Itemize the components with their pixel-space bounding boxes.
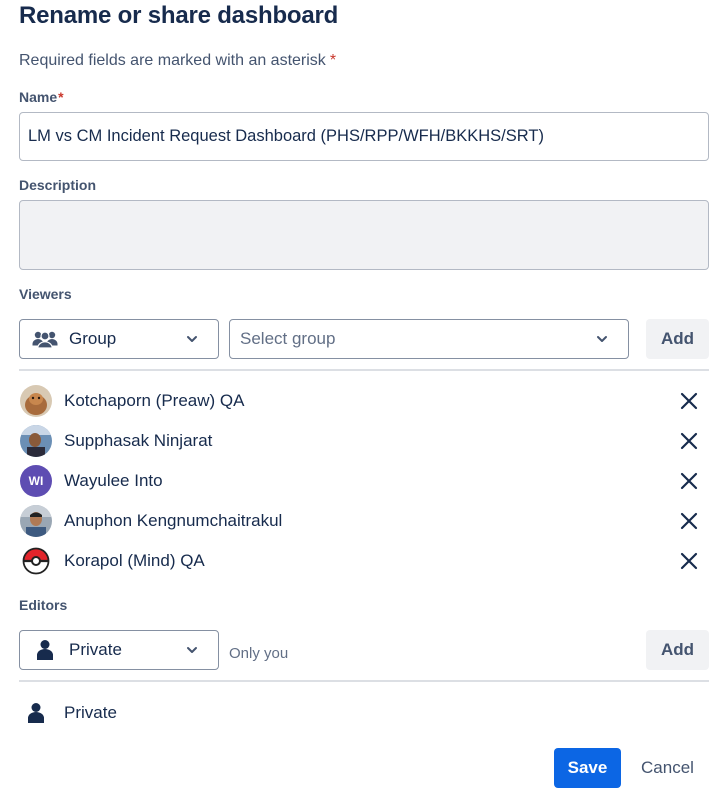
remove-icon[interactable] bbox=[677, 509, 701, 533]
name-label-text: Name bbox=[19, 89, 58, 105]
name-label: Name* bbox=[19, 89, 64, 105]
add-editor-button[interactable]: Add bbox=[646, 630, 709, 670]
viewers-list: Kotchaporn (Preaw) QA Supphasak Ninjarat… bbox=[19, 381, 709, 581]
viewer-name: Supphasak Ninjarat bbox=[64, 431, 213, 450]
editors-type-value: Private bbox=[69, 640, 122, 659]
avatar bbox=[20, 385, 52, 417]
avatar-initials: WI bbox=[28, 474, 44, 488]
save-button[interactable]: Save bbox=[554, 748, 621, 788]
viewer-name: Kotchaporn (Preaw) QA bbox=[64, 391, 245, 410]
cancel-button[interactable]: Cancel bbox=[630, 748, 705, 788]
required-fields-note: Required fields are marked with an aster… bbox=[19, 52, 336, 70]
viewer-item: Anuphon Kengnumchaitrakul bbox=[19, 501, 709, 541]
viewer-item: WI Wayulee Into bbox=[19, 461, 709, 501]
viewer-item: Kotchaporn (Preaw) QA bbox=[19, 381, 709, 421]
remove-icon[interactable] bbox=[677, 429, 701, 453]
chevron-down-icon bbox=[180, 327, 204, 351]
editors-hint: Only you bbox=[229, 645, 289, 662]
group-select-placeholder: Select group bbox=[240, 329, 336, 348]
viewer-item: Supphasak Ninjarat bbox=[19, 421, 709, 461]
required-note-text: Required fields are marked with an aster… bbox=[19, 52, 326, 69]
remove-icon[interactable] bbox=[677, 389, 701, 413]
viewer-name: Korapol (Mind) QA bbox=[64, 551, 205, 570]
description-label: Description bbox=[19, 177, 97, 193]
avatar bbox=[20, 545, 52, 577]
person-icon bbox=[32, 640, 58, 660]
viewers-type-select[interactable]: Group bbox=[19, 319, 219, 359]
editors-divider bbox=[19, 680, 709, 682]
avatar bbox=[20, 505, 52, 537]
name-required-asterisk: * bbox=[58, 89, 64, 105]
viewers-label: Viewers bbox=[19, 286, 72, 302]
viewer-name: Anuphon Kengnumchaitrakul bbox=[64, 511, 283, 530]
avatar: WI bbox=[20, 465, 52, 497]
viewer-item: Korapol (Mind) QA bbox=[19, 541, 709, 581]
editor-item: Private bbox=[19, 693, 117, 733]
remove-icon[interactable] bbox=[677, 549, 701, 573]
add-viewer-button[interactable]: Add bbox=[646, 319, 709, 359]
name-input[interactable]: LM vs CM Incident Request Dashboard (PHS… bbox=[19, 112, 709, 161]
dialog-title: Rename or share dashboard bbox=[19, 2, 339, 29]
editor-name: Private bbox=[64, 703, 117, 722]
chevron-down-icon bbox=[180, 638, 204, 662]
editors-label: Editors bbox=[19, 597, 68, 613]
chevron-down-icon bbox=[590, 327, 614, 351]
viewers-divider bbox=[19, 369, 709, 371]
viewers-type-value: Group bbox=[69, 329, 117, 348]
viewer-name: Wayulee Into bbox=[64, 471, 163, 490]
editors-type-select[interactable]: Private bbox=[19, 630, 219, 670]
person-icon bbox=[20, 697, 52, 729]
group-icon bbox=[32, 329, 58, 349]
avatar bbox=[20, 425, 52, 457]
description-input[interactable] bbox=[19, 200, 709, 270]
group-select[interactable]: Select group bbox=[229, 319, 629, 359]
required-asterisk: * bbox=[329, 52, 337, 69]
remove-icon[interactable] bbox=[677, 469, 701, 493]
